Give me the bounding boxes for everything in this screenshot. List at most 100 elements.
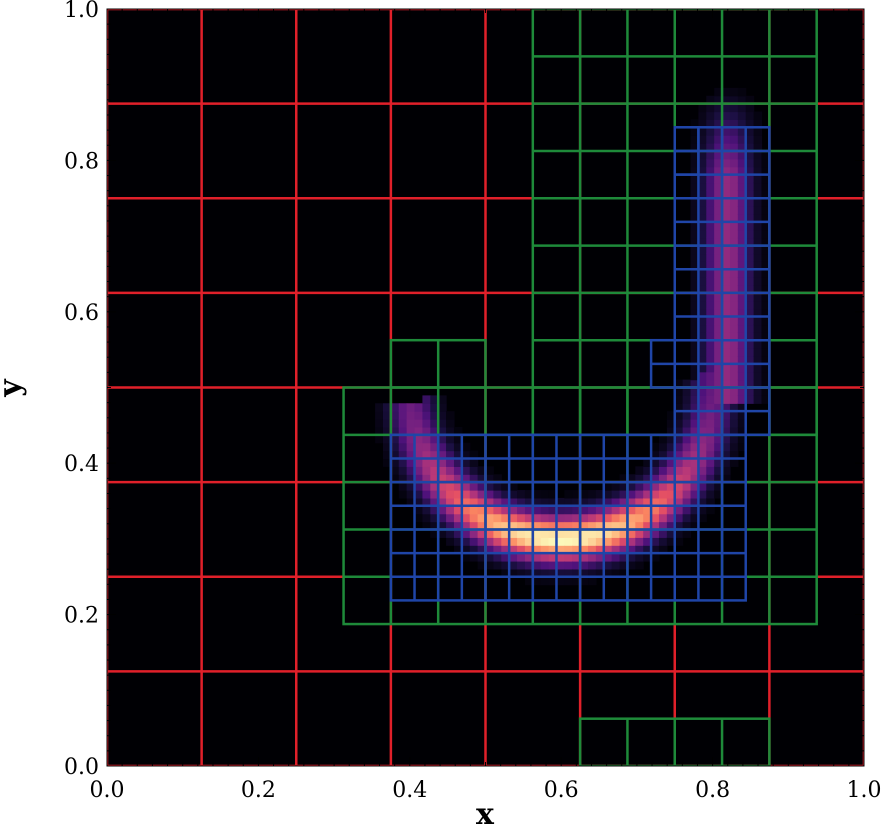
heat-cell [517,560,526,570]
heat-cell [722,363,731,373]
heat-cell [446,458,455,467]
heat-cell [698,127,707,136]
x-tick-label: 0.6 [544,778,579,803]
heat-cell [556,529,565,538]
heat-cell [540,513,550,523]
heat-cell [674,442,684,452]
heat-cell [658,537,668,546]
heat-cell [698,174,707,184]
heat-cell [461,458,471,467]
heat-cell [588,553,597,562]
heat-cell [532,505,542,515]
heat-cell [729,174,739,184]
heat-cell [564,529,573,538]
heat-cell [753,340,763,349]
heat-cell [729,442,739,452]
heat-cell [540,505,550,515]
heat-cell [722,158,731,168]
heat-cell [706,340,715,349]
heat-cell [438,434,447,444]
heat-cell [674,419,684,428]
heat-cell [635,513,644,523]
heat-cell [729,292,739,302]
heat-cell [580,505,589,515]
heat-cell [729,127,739,136]
heat-cell [706,442,715,452]
heat-cell [509,505,518,515]
heat-cell [729,206,739,215]
heat-cell [422,458,431,467]
heat-cell [706,292,715,302]
heat-cell [461,442,471,452]
heat-cell [438,442,447,452]
heat-cell [485,553,494,562]
heat-cell [517,505,526,515]
heat-cell [706,135,715,144]
heat-cell [745,371,755,381]
heat-cell [627,513,636,523]
heat-cell [706,395,715,404]
heat-cell [446,419,455,428]
heat-cell [517,529,526,538]
heat-cell [517,553,526,562]
heat-cell [651,537,660,546]
heat-cell [706,324,715,333]
heat-cell [532,529,542,538]
heat-cell [406,403,416,412]
heat-cell [485,466,494,475]
heat-cell [493,560,502,570]
heat-cell [509,513,518,523]
heat-cell [729,150,739,160]
heat-cell [706,387,715,396]
heat-cell [745,363,755,373]
heat-cell [674,458,684,467]
heat-cell [722,150,731,160]
heat-cell [706,229,715,239]
heat-cell [509,560,518,570]
heat-cell [635,490,644,499]
heat-cell [674,529,684,538]
heat-cell [611,553,621,562]
heat-cell [414,419,424,428]
heat-cell [706,363,715,373]
heat-cell [745,182,755,191]
heat-cell [745,324,755,333]
heat-cell [603,513,613,523]
heat-cell [651,482,660,491]
heat-cell [753,135,763,144]
heat-cell [698,292,707,302]
heat-cell [493,537,502,546]
heat-cell [611,537,621,546]
heat-cell [698,348,707,357]
heat-cell [390,458,400,467]
heat-cell [698,158,707,168]
heat-cell [422,395,431,404]
heat-cell [532,537,542,546]
heat-cell [729,158,739,168]
heat-cell [658,434,668,444]
heat-cell [745,245,755,255]
heat-cell [698,245,707,255]
heat-cell [698,269,707,278]
heat-cell [706,245,715,255]
heat-cell [658,490,668,499]
heat-cell [635,537,644,546]
heat-cell [564,505,573,515]
heat-cell [540,529,550,538]
heat-cell [446,537,455,546]
heat-cell [627,529,636,538]
heat-cell [745,111,755,120]
heat-cell [698,434,707,444]
heat-cell [722,206,731,215]
heat-cell [461,529,471,538]
heat-cell [698,371,707,381]
heat-cell [722,221,731,231]
heat-cell [493,505,502,515]
heat-cell [674,505,684,515]
heat-cell [438,466,447,475]
heat-cell [674,387,684,396]
heat-cell [753,300,763,310]
heat-cell [580,553,589,562]
heat-cell [611,513,621,523]
heat-cell [422,466,431,475]
